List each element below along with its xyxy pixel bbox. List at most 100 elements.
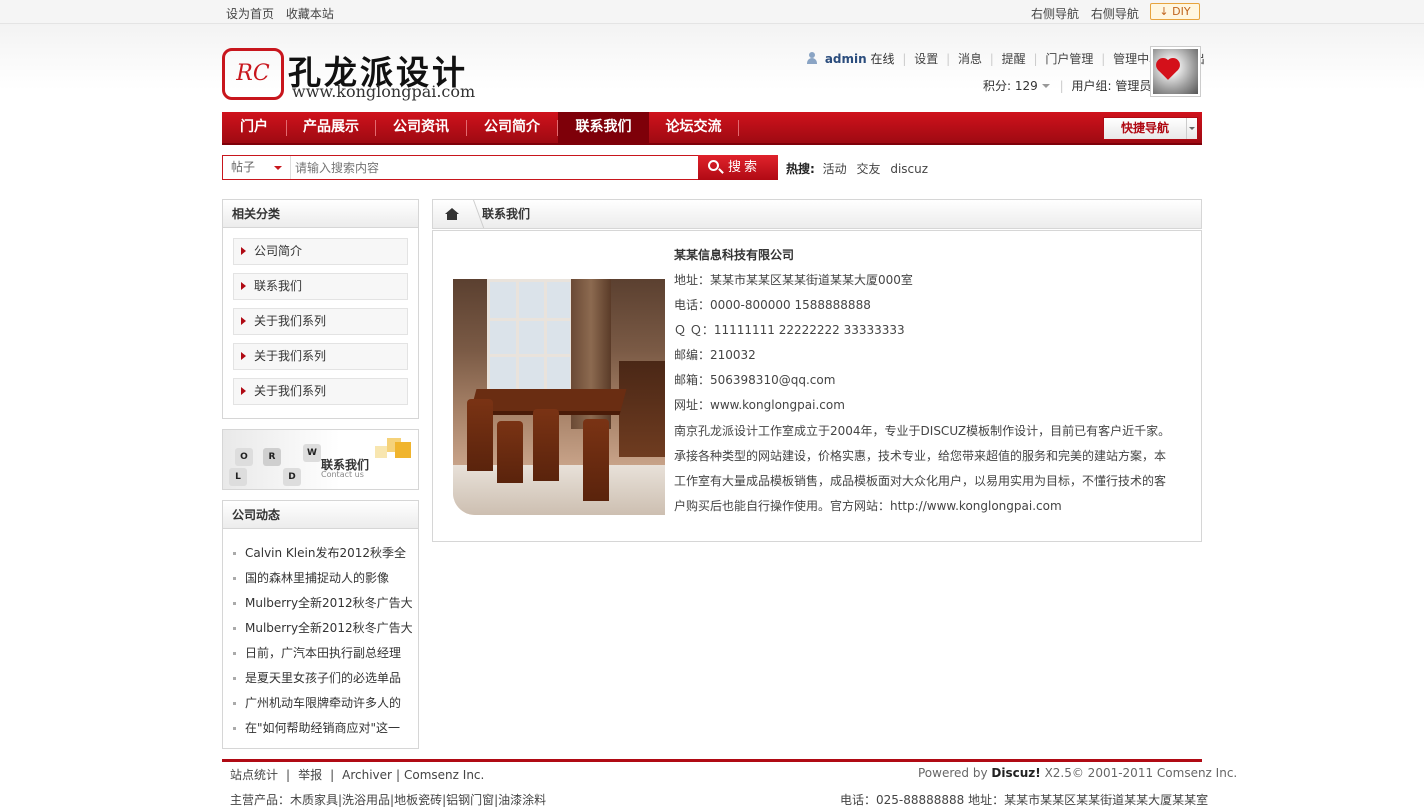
category-item[interactable]: 关于我们系列 [233, 343, 408, 370]
letter-tile: L [229, 468, 247, 486]
user-info: 积分: 129 | 用户组: 管理员 [983, 77, 1151, 94]
breadcrumb: 联系我们 [432, 199, 1202, 229]
chevron-down-icon [274, 166, 282, 170]
category-title: 相关分类 [223, 200, 418, 228]
hot-label: 热搜: [786, 162, 815, 176]
company-description: 南京孔龙派设计工作室成立于2004年，专业于DISCUZ模板制作设计，目前已有客… [674, 424, 1171, 513]
powered-suffix: X2.5© 2001-2011 Comsenz Inc. [1044, 766, 1238, 780]
logo-mark: RC [222, 48, 284, 100]
points-menu[interactable]: 积分: 129 [983, 79, 1038, 93]
category-item[interactable]: 关于我们系列 [233, 308, 408, 335]
bookmark-link[interactable]: 收藏本站 [286, 7, 334, 21]
notifications-link[interactable]: 提醒 [1002, 52, 1026, 66]
nav-item-about[interactable]: 公司简介 [467, 112, 557, 143]
search-bar: 帖子 搜索 [222, 155, 778, 180]
discuz-link[interactable]: Discuz! [991, 766, 1040, 780]
report-link[interactable]: 举报 [298, 768, 322, 782]
hot-keyword[interactable]: 交友 [856, 162, 880, 176]
company-name: 某某信息科技有限公司 [674, 248, 795, 262]
search-button-label: 搜索 [728, 160, 761, 175]
site-logo[interactable]: RC 孔龙派设计 www.konglongpai.com [222, 46, 532, 102]
right-nav-link-1[interactable]: 右侧导航 [1031, 7, 1079, 21]
news-item[interactable]: 是夏天里女孩子们的必选单品 [233, 668, 413, 688]
settings-link[interactable]: 设置 [914, 52, 938, 66]
category-item[interactable]: 联系我们 [233, 273, 408, 300]
diy-label: DIY [1172, 5, 1191, 18]
news-item[interactable]: 日前，广汽本田执行副总经理 [233, 643, 413, 663]
search-type-select[interactable]: 帖子 [223, 156, 291, 179]
category-box: 相关分类 公司简介 联系我们 关于我们系列 关于我们系列 关于我们系列 [222, 199, 419, 419]
nav-item-products[interactable]: 产品展示 [287, 112, 375, 143]
news-box: 公司动态 Calvin Klein发布2012秋季全 国的森林里捕捉动人的影像 … [222, 500, 419, 749]
nav-item-contact[interactable]: 联系我们 [558, 112, 649, 143]
photo-chair [497, 421, 523, 483]
search-button[interactable]: 搜索 [698, 155, 778, 180]
avatar-image [1153, 49, 1198, 94]
contact-qq: Ｑ Ｑ：11111111 22222222 33333333 [674, 323, 905, 337]
search-input[interactable] [295, 158, 695, 177]
news-item[interactable]: 国的森林里捕捉动人的影像 [233, 568, 413, 588]
quick-nav-button[interactable]: 快捷导航 [1103, 117, 1198, 140]
main-nav: 门户 产品展示 公司资讯 公司简介 联系我们 论坛交流 [222, 112, 1202, 145]
photo-chair [533, 409, 559, 481]
nav-item-news[interactable]: 公司资讯 [376, 112, 466, 143]
category-item[interactable]: 公司简介 [233, 238, 408, 265]
logo-url: www.konglongpai.com [292, 82, 476, 101]
contact-address: 地址：某某市某某区某某街道某某大厦000室 [674, 273, 913, 287]
news-item[interactable]: Calvin Klein发布2012秋季全 [233, 543, 413, 563]
footer-divider [222, 759, 1202, 762]
letter-tile: O [235, 448, 253, 466]
hot-keyword[interactable]: 活动 [823, 162, 847, 176]
divider: | [1101, 52, 1106, 66]
comsenz-link[interactable]: Comsenz Inc. [404, 768, 484, 782]
footer-contact: 电话：025-88888888 地址：某某市某某区某某街道某某大厦某某室 [840, 793, 1209, 807]
decor-square [395, 442, 411, 458]
username-link[interactable]: admin [825, 52, 867, 66]
avatar[interactable] [1150, 46, 1201, 97]
chevron-down-icon [1186, 118, 1197, 139]
photo-chair [583, 419, 609, 501]
nav-item-portal[interactable]: 门户 [222, 112, 286, 143]
contact-us-banner[interactable]: O R W L D 联系我们 Contact us [222, 429, 419, 490]
set-homepage-link[interactable]: 设为首页 [226, 7, 274, 21]
nav-divider [738, 120, 739, 136]
letter-tile: D [283, 468, 301, 486]
photo-chair [467, 399, 493, 471]
contact-website: 网址：www.konglongpai.com [674, 398, 845, 412]
home-icon[interactable] [433, 200, 469, 228]
site-stats-link[interactable]: 站点统计 [230, 768, 278, 782]
decor-square [375, 446, 387, 458]
powered-by: Powered by Discuz! X2.5© 2001-2011 Comse… [918, 766, 1237, 780]
user-group: 用户组: 管理员 [1071, 79, 1152, 93]
top-bar: 设为首页 收藏本站 右侧导航 右侧导航 ↓ DIY [0, 0, 1424, 24]
category-item[interactable]: 关于我们系列 [233, 378, 408, 405]
search-icon [708, 160, 719, 171]
right-nav-link-2[interactable]: 右侧导航 [1091, 7, 1139, 21]
news-item[interactable]: 广州机动车限牌牵动许多人的 [233, 693, 413, 713]
divider: | [946, 52, 951, 66]
top-links: 设为首页 收藏本站 [226, 5, 342, 22]
divider: | [1059, 79, 1064, 93]
chevron-down-icon[interactable] [1041, 84, 1050, 88]
category-label: 公司简介 [254, 244, 303, 258]
divider: | [330, 768, 335, 782]
footer-products: 主营产品：木质家具|洗浴用品|地板瓷砖|铝钢门窗|油漆涂料 [230, 793, 547, 807]
top-right-links: 右侧导航 右侧导航 [1031, 5, 1147, 22]
caret-right-icon [241, 352, 246, 360]
nav-item-forum[interactable]: 论坛交流 [649, 112, 738, 143]
banner-subtitle: Contact us [321, 470, 364, 479]
news-item[interactable]: 在"如何帮助经销商应对"这一 [233, 718, 413, 738]
messages-link[interactable]: 消息 [958, 52, 982, 66]
archiver-link[interactable]: Archiver [342, 768, 392, 782]
hot-keyword[interactable]: discuz [890, 162, 928, 176]
diy-button[interactable]: ↓ DIY [1150, 3, 1200, 20]
caret-right-icon [241, 247, 246, 255]
divider: | [902, 52, 907, 66]
category-label: 关于我们系列 [254, 384, 327, 398]
category-label: 联系我们 [254, 279, 303, 293]
news-item[interactable]: Mulberry全新2012秋冬广告大 [233, 618, 413, 638]
portal-admin-link[interactable]: 门户管理 [1045, 52, 1093, 66]
breadcrumb-current: 联系我们 [482, 207, 531, 221]
caret-right-icon [241, 317, 246, 325]
news-item[interactable]: Mulberry全新2012秋冬广告大 [233, 593, 413, 613]
